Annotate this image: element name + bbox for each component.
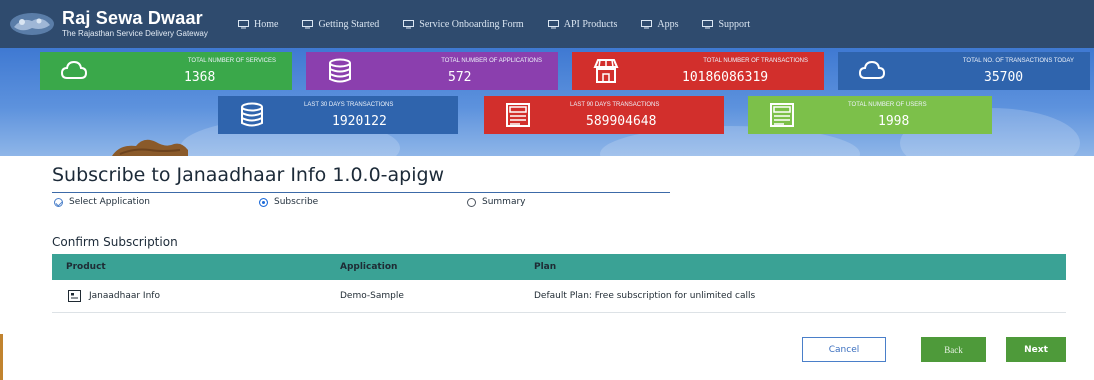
monitor-icon <box>238 19 249 28</box>
stat-value: 1368 <box>184 70 216 85</box>
nav-item-label: Apps <box>657 18 679 30</box>
nav-item-apps[interactable]: Apps <box>641 19 678 30</box>
stat-label: TOTAL NO. OF TRANSACTIONS TODAY <box>962 58 1074 64</box>
stat-tile-transactions-today: TOTAL NO. OF TRANSACTIONS TODAY 35700 <box>838 52 1090 90</box>
subscription-table: Product Application Plan Janaadhaar Info… <box>52 254 1066 313</box>
top-nav: Raj Sewa Dwaar The Rajasthan Service Del… <box>0 0 1094 48</box>
section-title: Confirm Subscription <box>52 235 178 249</box>
radio-selected-icon <box>259 197 268 207</box>
cell-product: Janaadhaar Info <box>52 290 326 302</box>
product-icon <box>68 290 81 302</box>
cloud-icon <box>858 60 886 79</box>
monitor-icon <box>302 19 314 28</box>
stat-value: 1998 <box>878 114 910 129</box>
check-circle-icon <box>54 197 63 207</box>
title-divider <box>52 192 670 193</box>
nav-item-label: API Products <box>563 18 618 30</box>
logo-icon[interactable] <box>8 9 56 39</box>
stat-value: 572 <box>448 70 472 85</box>
product-name: Janaadhaar Info <box>89 291 160 301</box>
nav-item-label: Service Onboarding Form <box>419 18 524 30</box>
page-title: Subscribe to Janaadhaar Info 1.0.0-apigw <box>52 164 445 186</box>
stat-value: 589904648 <box>586 114 657 129</box>
step-summary[interactable]: Summary <box>467 197 526 207</box>
stat-value: 35700 <box>984 70 1024 85</box>
radio-empty-icon <box>467 197 476 207</box>
stat-label: LAST 30 DAYS TRANSACTIONS <box>304 102 394 108</box>
database-icon <box>329 58 351 83</box>
nav-item-label: Home <box>254 18 279 30</box>
nav-item-label: Support <box>718 18 751 30</box>
left-accent-bar <box>0 334 3 380</box>
stat-value: 1920122 <box>332 114 387 129</box>
stat-label: TOTAL NUMBER OF SERVICES <box>187 58 276 64</box>
database-icon <box>241 102 263 127</box>
brand-subtitle: The Rajasthan Service Delivery Gateway <box>62 29 208 38</box>
stat-tile-users: TOTAL NUMBER OF USERS 1998 <box>748 96 992 134</box>
nav-item-label: Getting Started <box>318 18 380 30</box>
store-icon <box>593 59 619 83</box>
step-select-application[interactable]: Select Application <box>54 197 150 207</box>
step-label: Subscribe <box>274 197 319 207</box>
cancel-button[interactable]: Cancel <box>802 337 886 362</box>
camel-illustration <box>112 139 188 156</box>
monitor-icon <box>641 19 653 28</box>
monitor-icon <box>547 19 559 28</box>
nav-item-service-onboarding[interactable]: Service Onboarding Form <box>403 18 524 30</box>
step-label: Summary <box>482 197 526 207</box>
cell-plan: Default Plan: Free subscription for unli… <box>534 291 756 301</box>
column-header-plan: Plan <box>534 262 557 272</box>
column-header-application: Application <box>340 262 398 272</box>
stat-label: LAST 90 DAYS TRANSACTIONS <box>570 102 660 108</box>
stat-label: TOTAL NUMBER OF USERS <box>848 102 927 108</box>
monitor-icon <box>702 19 714 28</box>
stat-tile-transactions: TOTAL NUMBER OF TRANSACTIONS 10186086319 <box>572 52 824 90</box>
nav-item-getting-started[interactable]: Getting Started <box>302 19 379 30</box>
brand-title[interactable]: Raj Sewa Dwaar <box>62 8 203 29</box>
cloud-icon <box>60 60 88 79</box>
nav-menu: Home Getting Started Service Onboarding … <box>238 0 774 48</box>
stat-tile-last-90-days: LAST 90 DAYS TRANSACTIONS 589904648 <box>484 96 724 134</box>
back-button[interactable]: Back <box>921 337 986 362</box>
next-button[interactable]: Next <box>1006 337 1066 362</box>
stat-tile-applications: TOTAL NUMBER OF APPLICATIONS 572 <box>306 52 558 90</box>
stat-value: 10186086319 <box>682 70 769 85</box>
table-row: Janaadhaar Info Demo-Sample Default Plan… <box>52 280 1066 313</box>
stat-label: TOTAL NUMBER OF APPLICATIONS <box>441 58 542 64</box>
monitor-icon <box>403 19 415 28</box>
step-label: Select Application <box>69 197 150 207</box>
document-icon <box>770 103 794 127</box>
document-icon <box>506 103 530 127</box>
stat-tile-last-30-days: LAST 30 DAYS TRANSACTIONS 1920122 <box>218 96 458 134</box>
nav-item-api-products[interactable]: API Products <box>547 18 618 30</box>
nav-item-home[interactable]: Home <box>238 19 278 30</box>
step-subscribe[interactable]: Subscribe <box>259 197 318 207</box>
table-header: Product Application Plan <box>52 254 1066 280</box>
cell-application: Demo-Sample <box>340 291 404 301</box>
stat-label: TOTAL NUMBER OF TRANSACTIONS <box>703 58 808 64</box>
nav-item-support[interactable]: Support <box>702 19 750 30</box>
stat-tile-services: TOTAL NUMBER OF SERVICES 1368 <box>40 52 292 90</box>
column-header-product: Product <box>66 262 106 272</box>
